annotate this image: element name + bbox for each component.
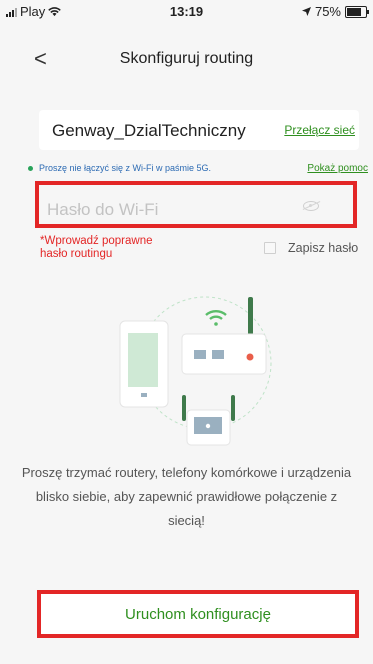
battery-percent: 75% <box>314 4 341 19</box>
band-warning: Proszę nie łączyć się z Wi-Fi w paśmie 5… <box>28 163 211 173</box>
status-bar: Play 13:19 75% <box>0 0 373 22</box>
eye-hidden-icon[interactable] <box>303 201 319 211</box>
start-button-container: Uruchom konfigurację <box>37 590 359 638</box>
band-warning-text: Proszę nie łączyć się z Wi-Fi w paśmie 5… <box>39 163 212 173</box>
password-error: *Wprowadź poprawne hasło routingu <box>40 235 153 260</box>
network-ssid: Genway_DzialTechniczny <box>52 121 246 140</box>
location-arrow-icon <box>301 7 311 16</box>
nav-bar: < Skonfiguruj routing <box>0 40 373 76</box>
devices-illustration <box>119 296 272 446</box>
switch-network-link[interactable]: Przełącz sieć <box>284 123 355 137</box>
wifi-password-input[interactable] <box>45 199 299 221</box>
save-password-checkbox[interactable] <box>264 242 276 254</box>
password-field-container <box>35 181 357 228</box>
battery-icon <box>345 5 369 18</box>
save-password-label: Zapisz hasło <box>288 241 359 255</box>
page-title: Skonfiguruj routing <box>119 50 254 67</box>
status-right: 75% <box>301 4 369 19</box>
start-configuration-button[interactable]: Uruchom konfigurację <box>45 598 351 630</box>
placement-info: Proszę trzymać routery, telefony komórko… <box>21 465 352 528</box>
show-help-link[interactable]: Pokaż pomoc <box>307 163 368 174</box>
network-card: Genway_DzialTechniczny Przełącz sieć <box>39 110 359 150</box>
bullet-icon <box>28 165 33 171</box>
save-password-option[interactable]: Zapisz hasło <box>264 241 358 255</box>
